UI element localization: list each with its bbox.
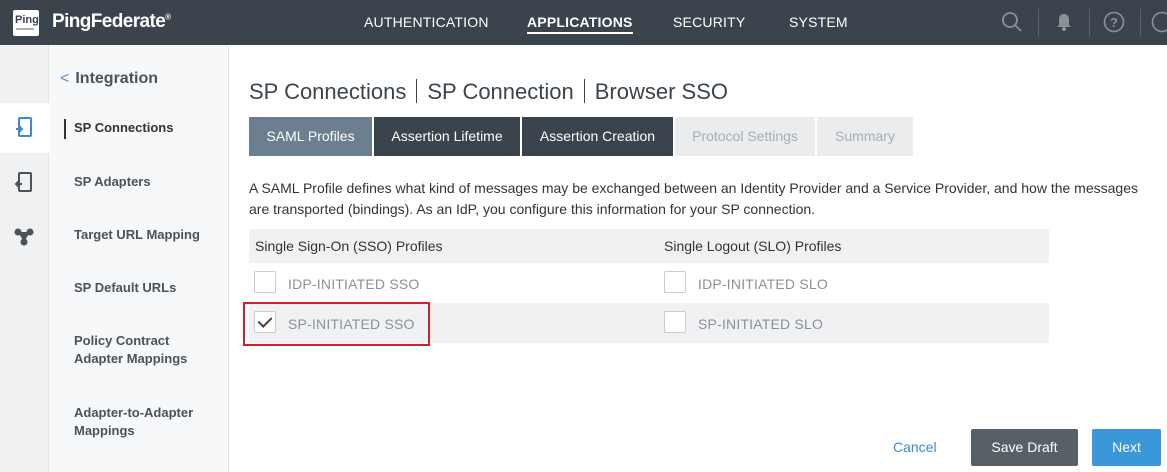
chevron-left-icon: < <box>60 70 70 87</box>
next-button[interactable]: Next <box>1092 429 1161 466</box>
tab-summary: Summary <box>817 117 913 156</box>
subnav-item-sp-connections[interactable]: SP Connections <box>74 119 224 137</box>
user-icon[interactable] <box>1150 10 1167 34</box>
trademark: ® <box>165 12 171 22</box>
subnav-back-link[interactable]: < Integration <box>60 70 158 88</box>
top-divider <box>1089 9 1090 36</box>
subnav-item-adapter-to-adapter[interactable]: Adapter-to-Adapter Mappings <box>74 404 204 440</box>
sp-document-icon <box>16 117 32 137</box>
logo-text: Ping <box>15 14 39 26</box>
sp-initiated-slo-label: SP-INITIATED SLO <box>698 316 824 332</box>
icon-rail <box>0 45 49 472</box>
brand-text: PingFederate <box>52 11 166 32</box>
brand-name[interactable]: PingFederate® <box>52 11 171 33</box>
tab-assertion-lifetime[interactable]: Assertion Lifetime <box>374 117 520 156</box>
nav-system[interactable]: SYSTEM <box>789 14 848 30</box>
breadcrumb-browser-sso: Browser SSO <box>594 79 729 104</box>
table-header: Single Sign-On (SSO) Profiles Single Log… <box>249 229 1049 263</box>
slo-profiles-header: Single Logout (SLO) Profiles <box>664 238 842 254</box>
subnav-item-sp-default-urls[interactable]: SP Default URLs <box>74 279 224 297</box>
sp-initiated-slo-checkbox[interactable] <box>664 311 686 333</box>
breadcrumb-sp-connection[interactable]: SP Connection <box>427 79 573 104</box>
svg-text:?: ? <box>1110 15 1118 30</box>
save-draft-button[interactable]: Save Draft <box>971 429 1078 466</box>
subnav-item-policy-contract-mappings[interactable]: Policy Contract Adapter Mappings <box>74 332 204 368</box>
idp-initiated-sso-label: IDP-INITIATED SSO <box>288 276 420 292</box>
idp-initiated-sso-checkbox[interactable] <box>254 271 276 293</box>
idp-initiated-slo-checkbox[interactable] <box>664 271 686 293</box>
tab-protocol-settings: Protocol Settings <box>675 117 815 156</box>
subnav-item-sp-adapters[interactable]: SP Adapters <box>74 173 224 191</box>
tab-assertion-creation[interactable]: Assertion Creation <box>522 117 673 156</box>
rail-network-icon[interactable] <box>0 213 49 263</box>
table-row: IDP-INITIATED SSO IDP-INITIATED SLO <box>249 263 1049 303</box>
secondary-nav: < Integration SP Connections SP Adapters … <box>49 45 229 472</box>
subnav-item-target-url-mapping[interactable]: Target URL Mapping <box>74 226 224 244</box>
top-nav-bar: Ping PingFederate® AUTHENTICATION APPLIC… <box>0 0 1167 45</box>
ping-logo[interactable]: Ping <box>13 10 39 36</box>
breadcrumb: SP Connections SP Connection Browser SSO <box>249 79 728 105</box>
top-divider <box>1038 9 1039 36</box>
rail-sp-icon[interactable] <box>0 103 49 153</box>
nav-applications[interactable]: APPLICATIONS <box>527 14 633 34</box>
rail-idp-icon[interactable] <box>0 158 49 208</box>
bell-icon[interactable] <box>1052 10 1076 34</box>
search-icon[interactable] <box>1000 10 1024 34</box>
highlight-box <box>243 302 430 346</box>
nav-authentication[interactable]: AUTHENTICATION <box>364 14 489 30</box>
idp-document-icon <box>14 172 32 192</box>
breadcrumb-separator <box>416 79 418 103</box>
nav-security[interactable]: SECURITY <box>673 14 745 30</box>
sso-profiles-header: Single Sign-On (SSO) Profiles <box>255 238 443 254</box>
tab-saml-profiles[interactable]: SAML Profiles <box>249 117 372 156</box>
cancel-button[interactable]: Cancel <box>893 439 937 455</box>
breadcrumb-separator <box>583 79 585 103</box>
top-divider <box>1140 9 1141 36</box>
idp-initiated-slo-label: IDP-INITIATED SLO <box>698 276 828 292</box>
breadcrumb-sp-connections[interactable]: SP Connections <box>249 79 406 104</box>
section-description: A SAML Profile defines what kind of mess… <box>249 180 1138 217</box>
logo-underline <box>16 28 34 30</box>
help-icon[interactable]: ? <box>1102 10 1126 34</box>
subnav-title-text: Integration <box>75 70 159 87</box>
active-indicator <box>64 119 66 139</box>
network-icon <box>14 228 34 246</box>
